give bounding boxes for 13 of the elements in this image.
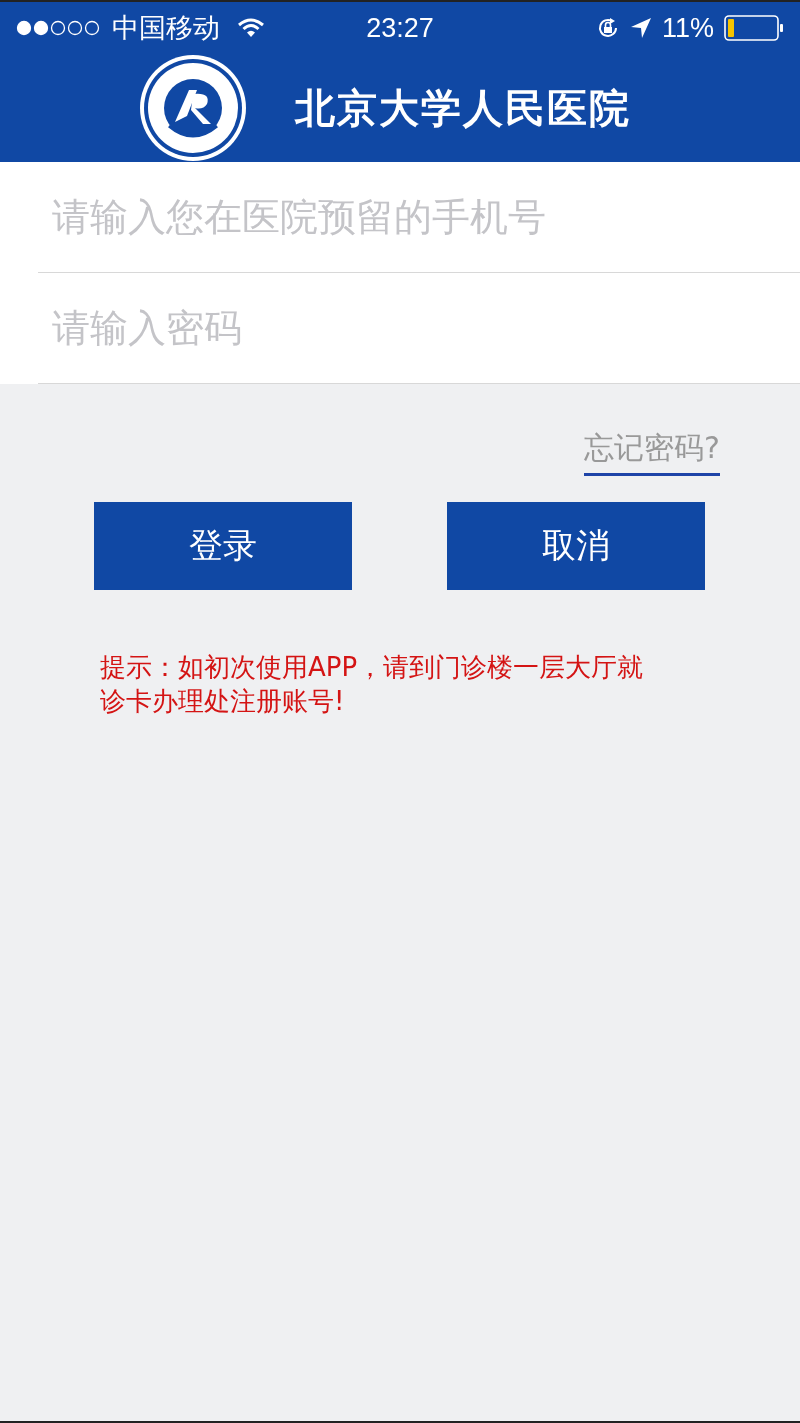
signal-icon: [16, 20, 102, 36]
password-field[interactable]: 请输入密码: [38, 306, 792, 350]
hint-text: 提示：如初次使用APP，请到门诊楼一层大厅就诊卡办理处注册账号!: [100, 651, 645, 718]
status-time: 23:27: [366, 12, 434, 44]
battery-percent: 11%: [661, 12, 714, 44]
carrier-name: 中国移动: [112, 11, 220, 45]
battery-icon: [724, 15, 784, 41]
cancel-button[interactable]: 取消: [447, 502, 705, 590]
login-button[interactable]: 登录: [94, 502, 352, 590]
location-arrow-icon: [629, 17, 652, 39]
phone-field[interactable]: 请输入您在医院预留的手机号: [38, 195, 792, 239]
hospital-name: 北京大学人民医院: [295, 82, 631, 133]
wifi-icon: [238, 18, 264, 38]
